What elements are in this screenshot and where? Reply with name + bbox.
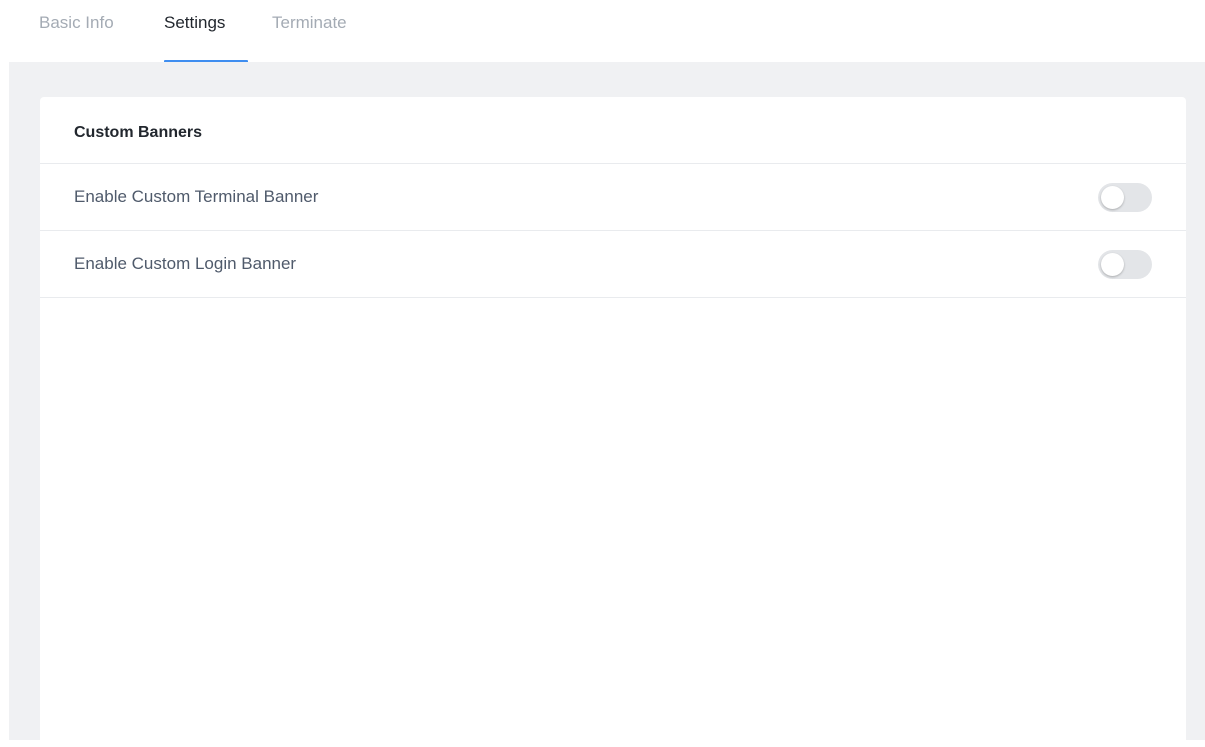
setting-label-terminal-banner: Enable Custom Terminal Banner (74, 187, 319, 206)
terminal-banner-toggle[interactable] (1098, 183, 1152, 212)
toggle-knob (1101, 186, 1124, 209)
custom-banners-card: Custom Banners Enable Custom Terminal Ba… (40, 97, 1186, 747)
setting-row-terminal-banner: Enable Custom Terminal Banner (40, 163, 1186, 230)
login-banner-toggle[interactable] (1098, 250, 1152, 279)
tab-terminate[interactable]: Terminate (272, 12, 347, 34)
tab-settings[interactable]: Settings (164, 12, 225, 34)
toggle-knob (1101, 253, 1124, 276)
tab-basic-info[interactable]: Basic Info (39, 12, 114, 34)
setting-label-login-banner: Enable Custom Login Banner (74, 254, 297, 273)
setting-row-login-banner: Enable Custom Login Banner (40, 230, 1186, 298)
tab-bar: Basic Info Settings Terminate (0, 0, 1205, 63)
card-title: Custom Banners (74, 124, 203, 141)
